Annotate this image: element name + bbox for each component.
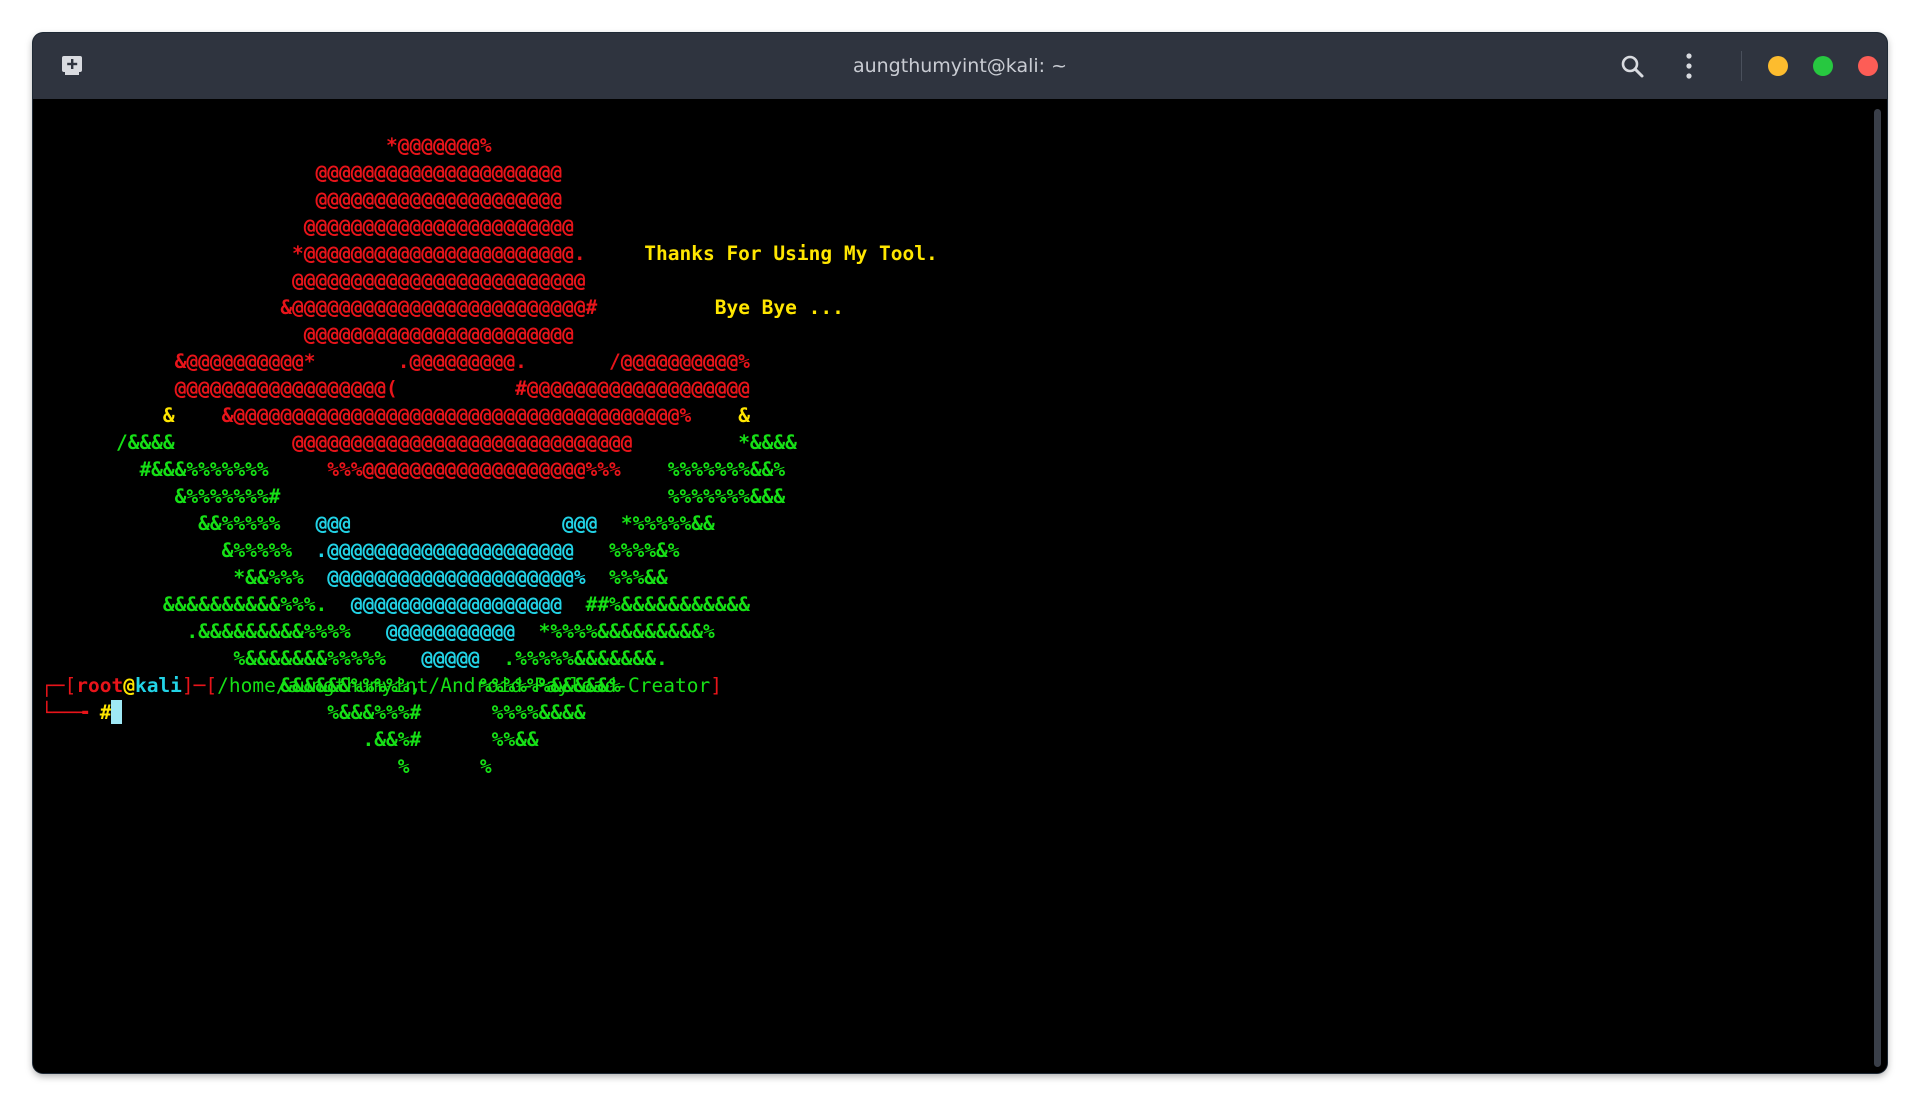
kebab-menu-icon[interactable] — [1681, 52, 1697, 80]
maximize-button[interactable] — [1813, 56, 1833, 76]
banner-line: @@@@@@@@@@@@@@@@@@@@@ — [69, 161, 563, 184]
banner-line: /&&&& @@@@@@@@@@@@@@@@@@@@@@@@@@@@@ *&&&… — [69, 431, 797, 454]
banner-line: @@@@@@@@@@@@@@@@@@( #@@@@@@@@@@@@@@@@@@@ — [69, 377, 750, 400]
banner-line: %&&&&&&&%%%%% @@@@@ .%%%%%&&&&&&&. — [69, 647, 668, 670]
banner-message: Thanks For Using My Tool. — [585, 242, 938, 265]
prompt-path: /home/aungthumyint/Android-Payload-Creat… — [217, 674, 711, 697]
banner-line: *@@@@@@@% — [69, 134, 492, 157]
new-tab-icon[interactable] — [59, 53, 85, 77]
prompt-line-1: ┌─[root@kali]─[/home/aungthumyint/Androi… — [41, 674, 722, 697]
banner-line: #&&&%%%%%%% %%%@@@@@@@@@@@@@@@@@@@%%% %%… — [69, 458, 786, 481]
terminal-output[interactable]: *@@@@@@@% @@@@@@@@@@@@@@@@@@@@@ @@@@@@@@… — [33, 99, 1887, 1073]
banner-line: .&&%# %%&& — [69, 728, 539, 751]
banner-line: &&%%%%% @@@ @@@ *%%%%%&& — [69, 512, 715, 535]
prompt-line-2[interactable]: └──╼ # — [41, 699, 123, 726]
banner-line: @@@@@@@@@@@@@@@@@@@@@@@@@ — [69, 269, 586, 292]
banner-line: @@@@@@@@@@@@@@@@@@@@@ — [69, 188, 563, 211]
text-cursor — [111, 700, 123, 724]
banner-line: @@@@@@@@@@@@@@@@@@@@@@@ — [69, 323, 574, 346]
banner-line: &%%%%%%%# %%%%%%%&&& — [69, 485, 786, 508]
banner-line: &&&&&&&&&&%%%. @@@@@@@@@@@@@@@@@@ ##%&&&… — [69, 593, 750, 616]
search-icon[interactable] — [1619, 53, 1645, 79]
prompt-at: @ — [123, 674, 135, 697]
banner-line: *@@@@@@@@@@@@@@@@@@@@@@@. Thanks For Usi… — [69, 242, 938, 265]
banner-line: & &@@@@@@@@@@@@@@@@@@@@@@@@@@@@@@@@@@@@@… — [69, 404, 750, 427]
banner-line: &%%%%% .@@@@@@@@@@@@@@@@@@@@@ %%%%&% — [69, 539, 680, 562]
banner-line: &@@@@@@@@@@* .@@@@@@@@@. /@@@@@@@@@@% — [69, 350, 750, 373]
terminal-window: aungthumyint@kali: ~ *@@@@@@@% @@@@@@@@@… — [33, 33, 1887, 1073]
prompt-user: root — [76, 674, 124, 697]
window-title: aungthumyint@kali: ~ — [852, 55, 1068, 77]
minimize-button[interactable] — [1768, 56, 1788, 76]
close-button[interactable] — [1858, 56, 1878, 76]
prompt-host: kali — [134, 674, 182, 697]
banner-line: &@@@@@@@@@@@@@@@@@@@@@@@@@# Bye Bye ... — [69, 296, 844, 319]
prompt-symbol: # — [99, 701, 112, 724]
banner-line: @@@@@@@@@@@@@@@@@@@@@@@ — [69, 215, 574, 238]
title-bar[interactable]: aungthumyint@kali: ~ — [33, 33, 1887, 99]
banner-line: .&&&&&&&&&%%%% @@@@@@@@@@@ *%%%%&&&&&&&&… — [69, 620, 715, 643]
scrollbar[interactable] — [1874, 109, 1881, 1067]
banner-message: Bye Bye ... — [597, 296, 844, 319]
titlebar-divider — [1741, 51, 1742, 81]
banner-line: %&&&%%%# %%%%&&&& — [69, 701, 586, 724]
banner-line: % % — [69, 755, 492, 778]
banner-line: *&&%%% @@@@@@@@@@@@@@@@@@@@@% %%%&& — [69, 566, 668, 589]
